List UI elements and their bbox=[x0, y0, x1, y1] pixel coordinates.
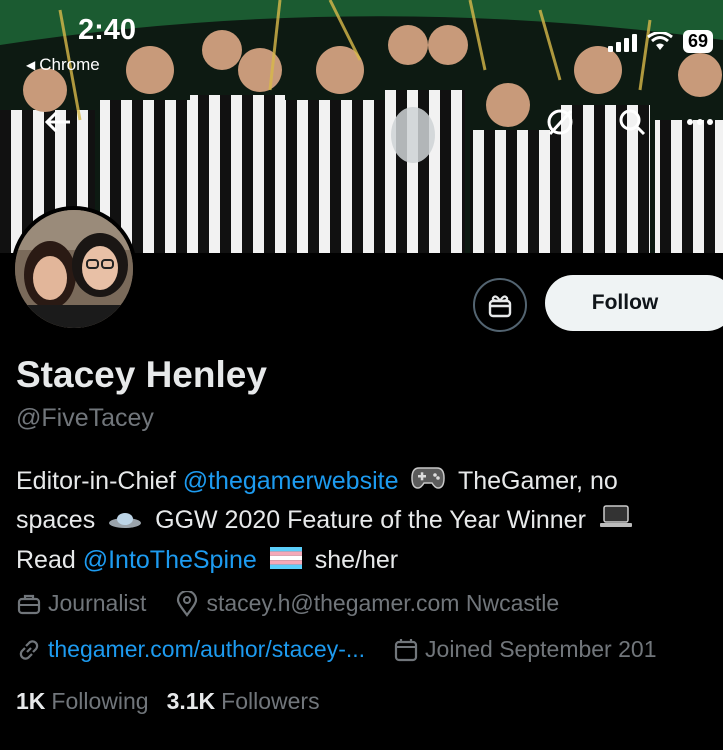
calendar-icon bbox=[393, 637, 419, 663]
bio-text: spaces bbox=[16, 506, 103, 535]
mention-link-intothespine[interactable]: @IntoTheSpine bbox=[83, 546, 257, 574]
joined-item: Joined September 201 bbox=[393, 636, 656, 663]
bio-text: GGW 2020 Feature of the Year Winner bbox=[148, 506, 586, 535]
transgender-flag-icon bbox=[269, 542, 302, 580]
bio-line-2: spaces GGW 2020 Feature of the Year Winn… bbox=[16, 501, 716, 540]
search-icon[interactable] bbox=[612, 102, 652, 142]
mention-link-thegamerwebsite[interactable]: @thegamerwebsite bbox=[183, 467, 399, 495]
game-controller-icon bbox=[411, 463, 446, 501]
following-stat[interactable]: 1K Following bbox=[16, 688, 149, 715]
avatar-photo bbox=[15, 210, 133, 328]
bio-text: Editor-in-Chief bbox=[16, 467, 183, 495]
more-icon[interactable] bbox=[680, 102, 720, 142]
back-app-label: Chrome bbox=[39, 55, 100, 74]
location-item: stacey.h@thegamer.com Nwcastle bbox=[174, 590, 559, 617]
location-pin-icon bbox=[174, 590, 200, 617]
briefcase-icon bbox=[16, 591, 42, 617]
status-indicators: 69 bbox=[607, 30, 713, 53]
profile-meta-row: Journalist stacey.h@thegamer.com Nwcastl… bbox=[16, 590, 587, 617]
website-item[interactable]: thegamer.com/author/stacey-... bbox=[16, 636, 365, 663]
avatar[interactable] bbox=[11, 206, 137, 332]
location-label: stacey.h@thegamer.com Nwcastle bbox=[206, 590, 560, 616]
bio-line-3: Read @IntoTheSpine she/her bbox=[16, 541, 716, 580]
joined-label: Joined September 201 bbox=[425, 636, 657, 662]
back-to-app[interactable]: ◀ Chrome bbox=[26, 55, 100, 75]
following-count: 1K bbox=[16, 688, 46, 714]
follow-button[interactable]: Follow bbox=[545, 275, 723, 331]
followers-label: Followers bbox=[221, 688, 320, 714]
grok-icon[interactable] bbox=[540, 102, 580, 142]
bio-text: she/her bbox=[307, 545, 399, 574]
display-name: Stacey Henley bbox=[16, 354, 267, 395]
link-icon bbox=[16, 637, 42, 663]
profile-banner[interactable]: 2:40 ◀ Chrome 69 bbox=[0, 0, 723, 253]
profession-label: Journalist bbox=[48, 590, 147, 616]
profile-bio: Editor-in-Chief @thegamerwebsite TheGame… bbox=[16, 462, 716, 580]
battery-indicator: 69 bbox=[682, 30, 713, 53]
bio-text: TheGamer, no bbox=[451, 467, 618, 495]
flying-saucer-icon bbox=[108, 503, 142, 541]
website-link[interactable]: thegamer.com/author/stacey-... bbox=[48, 636, 365, 663]
wifi-icon bbox=[647, 31, 673, 50]
bio-line-1: Editor-in-Chief @thegamerwebsite TheGame… bbox=[16, 462, 716, 501]
signal-icon bbox=[607, 32, 637, 52]
status-time: 2:40 bbox=[78, 14, 137, 46]
follow-stats: 1K Following 3.1K Followers bbox=[16, 688, 320, 715]
followers-count: 3.1K bbox=[166, 688, 216, 714]
gift-icon bbox=[488, 295, 512, 318]
user-handle: @FiveTacey bbox=[16, 404, 154, 432]
following-label: Following bbox=[51, 688, 149, 714]
profession-item: Journalist bbox=[16, 590, 146, 617]
arrow-left-icon[interactable] bbox=[38, 102, 78, 142]
profile-meta-row: thegamer.com/author/stacey-... Joined Se… bbox=[16, 636, 684, 663]
gift-button[interactable] bbox=[473, 278, 527, 332]
laptop-icon bbox=[599, 503, 633, 541]
followers-stat[interactable]: 3.1K Followers bbox=[167, 688, 320, 715]
back-triangle-icon: ◀ bbox=[26, 58, 36, 72]
bio-text: Read bbox=[16, 545, 83, 574]
